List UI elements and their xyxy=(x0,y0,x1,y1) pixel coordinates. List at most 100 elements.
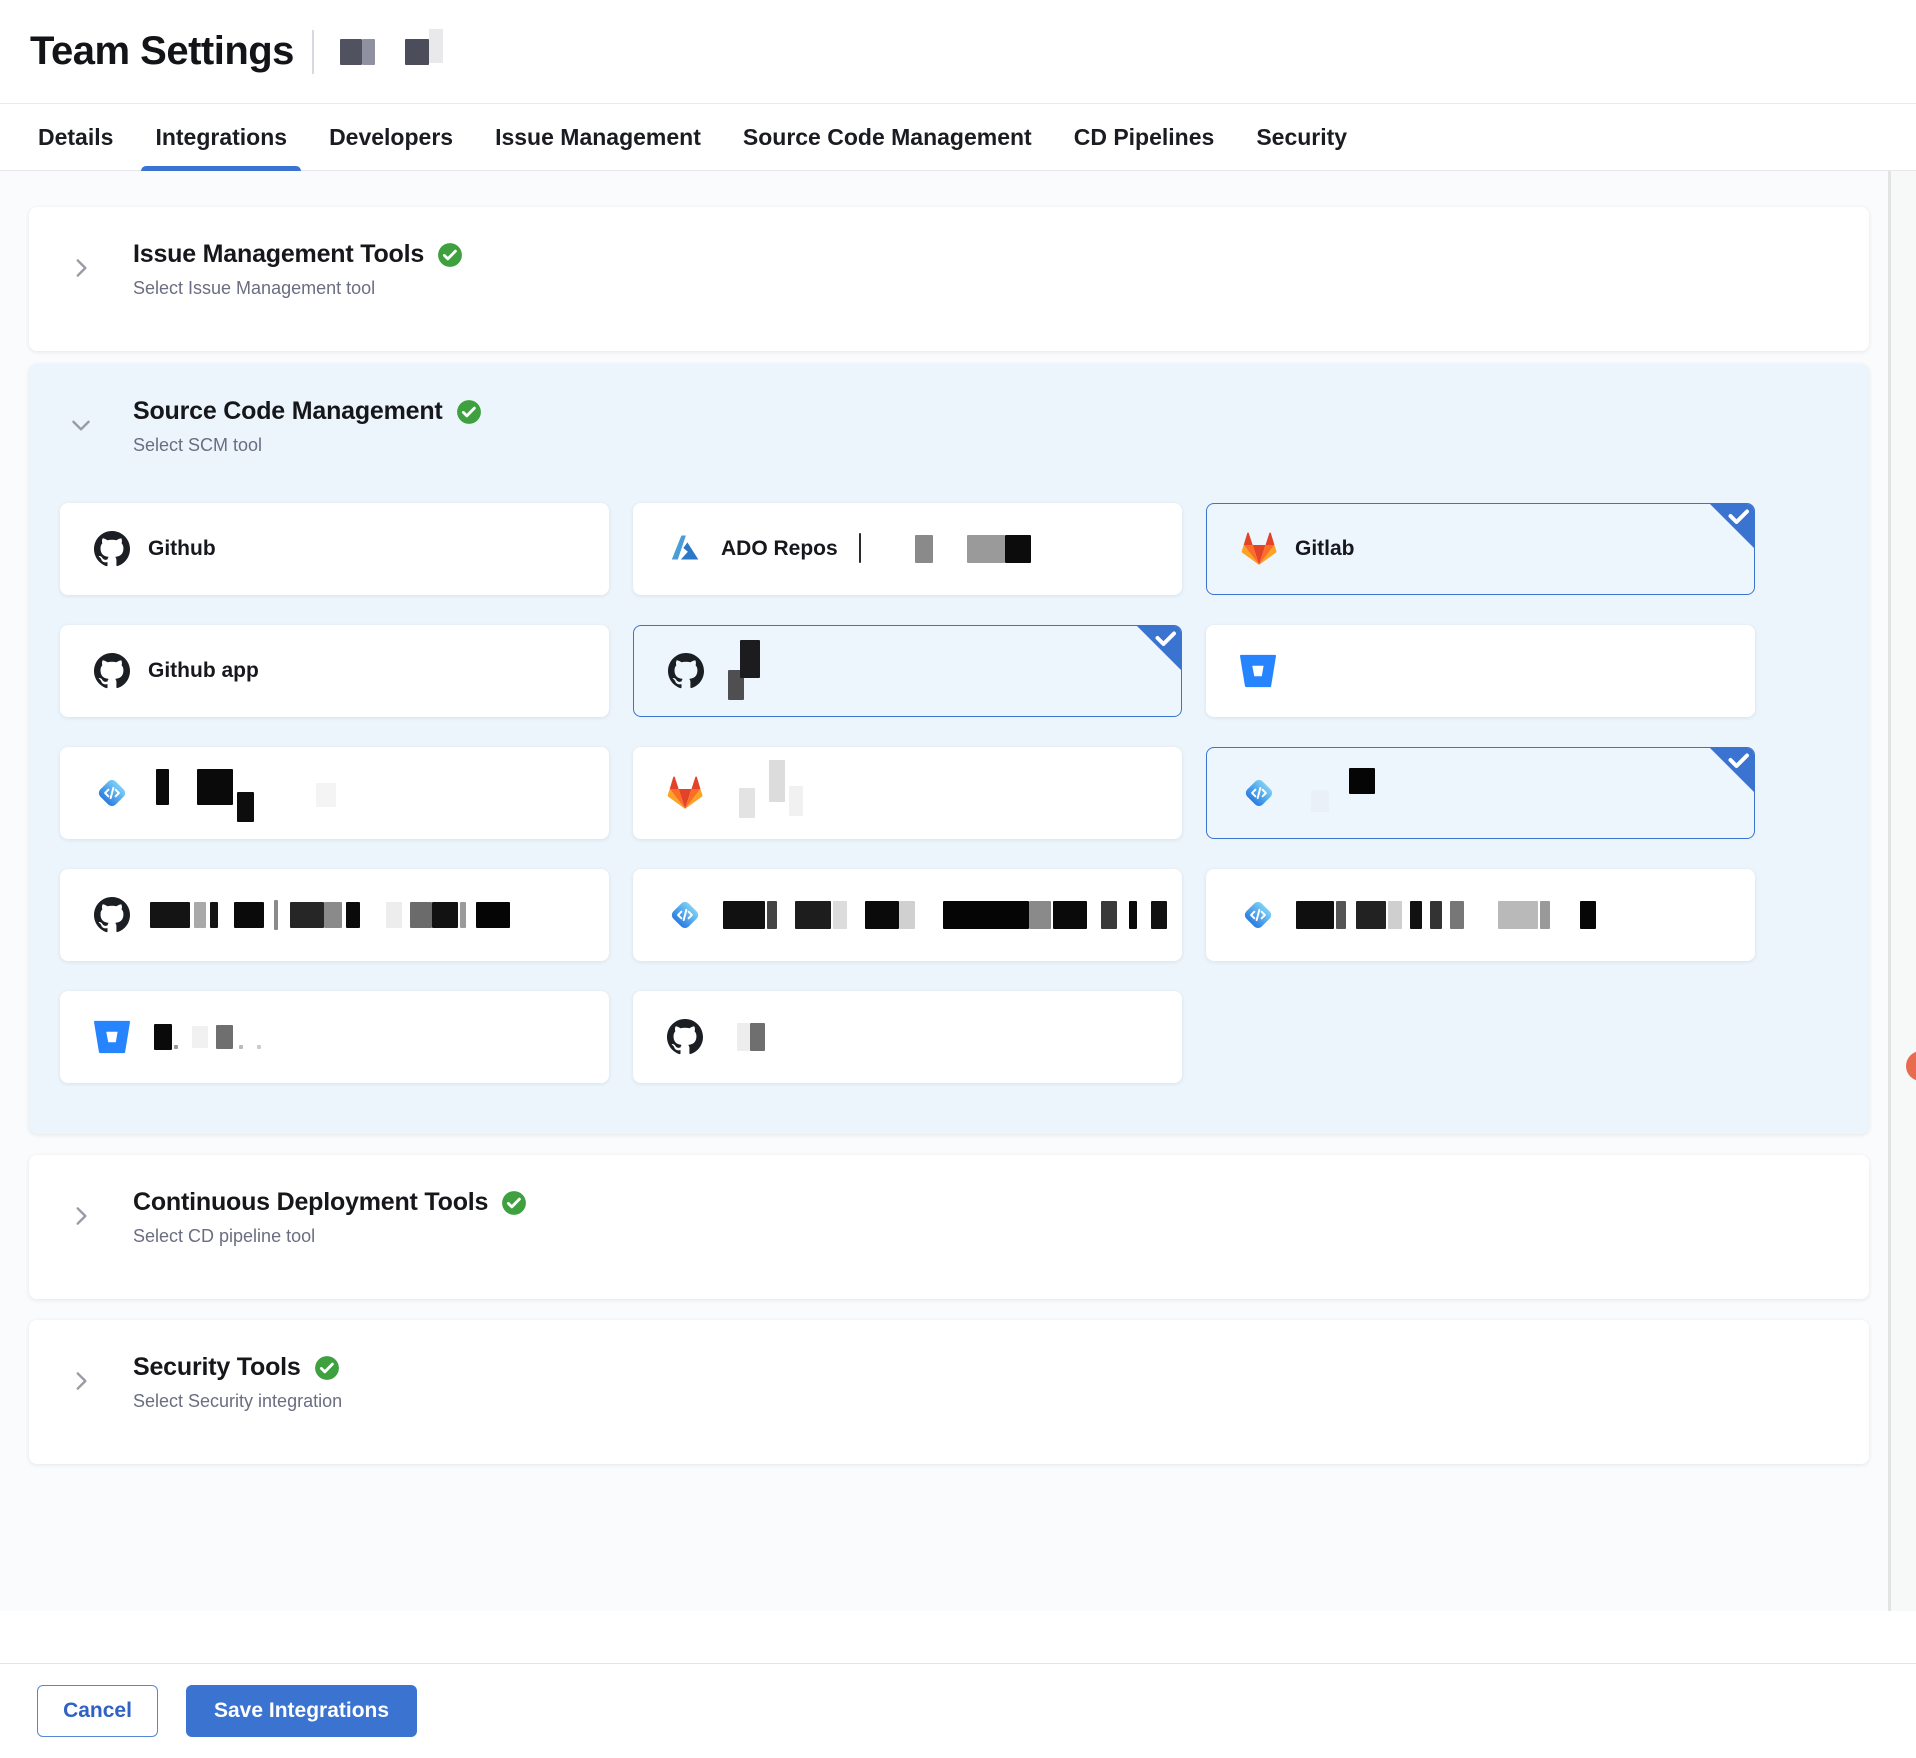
redacted-text xyxy=(721,772,803,814)
redacted-block xyxy=(1498,901,1538,929)
team-settings-page: Team Settings DetailsIntegrationsDevelop… xyxy=(0,0,1916,1758)
gitlab-icon xyxy=(667,775,703,811)
redacted-block xyxy=(769,760,785,802)
redacted-block xyxy=(1410,901,1422,929)
redacted-text xyxy=(856,534,1031,564)
check-circle-icon xyxy=(501,1190,527,1216)
section-text: Source Code Management Select SCM tool xyxy=(133,397,482,456)
redacted-block xyxy=(1349,768,1375,794)
scm-card-github[interactable] xyxy=(60,869,609,961)
redacted-text xyxy=(148,900,510,930)
footer-bar: Cancel Save Integrations xyxy=(0,1663,1916,1758)
redacted-block xyxy=(833,901,847,929)
right-scroll-divider xyxy=(1888,171,1891,1611)
expand-issue-management-button[interactable] xyxy=(29,240,133,299)
tab-integrations[interactable]: Integrations xyxy=(153,104,289,170)
redacted-block xyxy=(405,39,429,65)
redacted-block xyxy=(1053,901,1087,929)
code-diamond-icon xyxy=(94,775,130,811)
chevron-down-icon xyxy=(68,412,94,438)
scm-card-ado-repos[interactable]: ADO Repos xyxy=(633,503,1182,595)
expand-security-tools-button[interactable] xyxy=(29,1353,133,1412)
github-icon xyxy=(667,1019,703,1055)
scm-card-github[interactable]: Github xyxy=(60,503,609,595)
card-label: Gitlab xyxy=(1295,537,1355,561)
redacted-block xyxy=(1005,535,1031,563)
cancel-button[interactable]: Cancel xyxy=(37,1685,158,1737)
redacted-block xyxy=(1580,901,1596,929)
redacted-block xyxy=(460,902,466,928)
redacted-block xyxy=(429,29,443,63)
redacted-block xyxy=(410,902,432,928)
redacted-block xyxy=(899,901,915,929)
right-gutter xyxy=(1891,171,1916,1611)
scm-card-github[interactable] xyxy=(633,991,1182,1083)
tab-developers[interactable]: Developers xyxy=(327,104,455,170)
selected-check-badge xyxy=(1709,503,1755,549)
github-icon xyxy=(94,531,130,567)
redacted-text xyxy=(722,652,760,690)
redacted-block xyxy=(1356,901,1386,929)
redacted-block xyxy=(1101,901,1117,929)
section-subtitle: Select Security integration xyxy=(133,1391,342,1412)
section-title: Continuous Deployment Tools xyxy=(133,1188,488,1217)
scm-card-code-diamond[interactable] xyxy=(1206,869,1755,961)
section-source-code-management: Source Code Management Select SCM tool G… xyxy=(29,364,1869,1134)
selected-check-badge xyxy=(1136,625,1182,671)
redacted-block xyxy=(1296,901,1334,929)
section-subtitle: Select SCM tool xyxy=(133,435,482,456)
scm-card-grid: Github ADO Repos Gitlab Github app xyxy=(60,503,1869,1083)
section-title: Source Code Management xyxy=(133,397,443,426)
tab-cd-pipelines[interactable]: CD Pipelines xyxy=(1072,104,1217,170)
section-header: Continuous Deployment Tools Select CD pi… xyxy=(29,1155,1869,1247)
section-header: Security Tools Select Security integrati… xyxy=(29,1320,1869,1412)
collapse-scm-button[interactable] xyxy=(29,397,133,456)
scm-card-bitbucket[interactable] xyxy=(1206,625,1755,717)
redacted-block xyxy=(767,901,777,929)
scm-card-bitbucket[interactable] xyxy=(60,991,609,1083)
redacted-block xyxy=(192,1026,208,1048)
redacted-block xyxy=(340,39,362,65)
section-text: Continuous Deployment Tools Select CD pi… xyxy=(133,1188,527,1247)
redacted-block xyxy=(156,769,169,805)
redacted-block xyxy=(943,901,1029,929)
section-text: Issue Management Tools Select Issue Mana… xyxy=(133,240,463,299)
scm-card-code-diamond[interactable] xyxy=(633,869,1182,961)
redacted-block xyxy=(737,1023,750,1051)
section-text: Security Tools Select Security integrati… xyxy=(133,1353,342,1412)
bitbucket-icon xyxy=(1240,653,1276,689)
scm-card-gitlab[interactable] xyxy=(633,747,1182,839)
redacted-text xyxy=(148,1024,261,1050)
check-circle-icon xyxy=(456,399,482,425)
header-redacted-text xyxy=(340,35,443,69)
redacted-block xyxy=(1129,901,1137,929)
scm-card-gitlab[interactable]: Gitlab xyxy=(1206,503,1755,595)
chevron-right-icon xyxy=(68,1368,94,1394)
scm-card-github[interactable] xyxy=(633,625,1182,717)
scm-card-code-diamond[interactable] xyxy=(1206,747,1755,839)
redacted-block xyxy=(740,640,760,678)
redacted-text xyxy=(1294,901,1596,929)
section-title: Security Tools xyxy=(133,1353,301,1382)
chevron-right-icon xyxy=(68,255,94,281)
tab-issue-management[interactable]: Issue Management xyxy=(493,104,703,170)
redacted-block xyxy=(967,535,1005,563)
code-diamond-icon xyxy=(667,897,703,933)
redacted-block xyxy=(1151,901,1167,929)
section-subtitle: Select CD pipeline tool xyxy=(133,1226,527,1247)
section-title: Issue Management Tools xyxy=(133,240,424,269)
redacted-block xyxy=(476,902,510,928)
scm-card-code-diamond[interactable] xyxy=(60,747,609,839)
redacted-block xyxy=(346,902,360,928)
save-integrations-button[interactable]: Save Integrations xyxy=(186,1685,417,1737)
tab-details[interactable]: Details xyxy=(36,104,115,170)
tab-source-code-management[interactable]: Source Code Management xyxy=(741,104,1034,170)
check-circle-icon xyxy=(437,242,463,268)
redacted-text xyxy=(721,901,1167,929)
section-security-tools: Security Tools Select Security integrati… xyxy=(29,1320,1869,1464)
tab-security[interactable]: Security xyxy=(1254,104,1349,170)
expand-cd-tools-button[interactable] xyxy=(29,1188,133,1247)
scm-card-github-app[interactable]: Github app xyxy=(60,625,609,717)
content-area: Issue Management Tools Select Issue Mana… xyxy=(0,171,1916,1611)
redacted-block xyxy=(1029,901,1051,929)
